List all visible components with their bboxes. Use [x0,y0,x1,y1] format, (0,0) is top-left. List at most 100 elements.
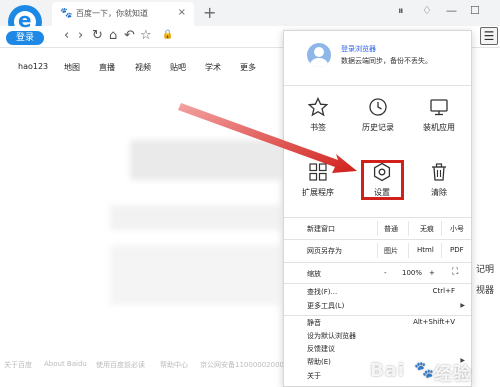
blurred-content [110,245,280,305]
minimize-icon[interactable]: — [446,4,457,17]
nav-link-hao123[interactable]: hao123 [18,62,48,71]
browser-main-menu: 登录浏览器 数据云端同步，备份不丢失。 书签 历史记录 装机应用 扩展程序 设置… [283,30,472,387]
menu-item-extensions[interactable]: 扩展程序 [294,162,342,212]
star-icon [308,97,328,117]
nav-link-map[interactable]: 地图 [64,62,80,73]
find-shortcut: Ctrl+F [432,287,455,295]
favorite-star-icon[interactable]: ☆ [140,28,152,43]
submenu-arrow-icon: ▶ [460,302,465,309]
menu-item-label: 清除 [431,188,447,197]
blurred-logo-area [130,140,280,180]
zoom-value: 100% [402,269,423,277]
menu-item-default-browser[interactable]: 设为默认浏览器 [284,328,471,342]
lock-icon: 🔒 [162,30,174,40]
cell-separator [408,243,409,258]
browser-window: 🐾 百度一下，你就知道 × + ⏸ ♢ — ☐ e 登录 ‹ › ↻ ⌂ ↶ ☆… [0,0,500,387]
new-window-normal-option[interactable]: 普通 [384,224,398,234]
cell-separator [441,243,442,258]
menu-item-feedback[interactable]: 反馈建议 [284,341,471,355]
blurred-search-box [110,205,280,230]
watermark-text-2: 经验 [434,364,472,385]
nav-link-more[interactable]: 更多 [240,62,256,73]
save-as-pdf-option[interactable]: PDF [450,246,464,254]
cell-separator [441,221,442,236]
cell-separator [408,221,409,236]
split-screen-icon[interactable]: ⏸ [398,4,404,18]
menu-item-bookmarks[interactable]: 书签 [294,97,342,147]
footer-link-terms[interactable]: 使用百度前必读 [96,360,145,370]
new-window-incognito-option[interactable]: 无痕 [420,224,434,234]
login-button[interactable]: 登录 [6,31,44,45]
baidu-paw-icon: 🐾 [60,8,73,19]
new-window-label: 新建窗口 [307,225,335,233]
nav-link-tieba[interactable]: 贴吧 [170,62,186,73]
tab-title: 百度一下，你就知道 [76,9,148,18]
menu-item-label: 扩展程序 [302,188,334,197]
menu-item-label: 历史记录 [362,123,394,132]
menu-divider [284,217,471,218]
cell-separator [377,243,378,258]
save-as-html-option[interactable]: Html [417,246,434,254]
footer-link-about-en[interactable]: About Baidu [44,360,87,368]
footer-link-about[interactable]: 关于百度 [4,360,32,370]
side-text-1: 记明 [476,265,495,275]
avatar[interactable] [307,43,331,67]
logo-letter: e [18,8,32,32]
footer-link-icp[interactable]: 京公网安备11000002000 [200,360,284,370]
save-page-label: 网页另存为 [307,247,342,255]
help-label: 帮助(E) [307,358,331,366]
tab-baidu[interactable]: 🐾 百度一下，你就知道 × [52,2,194,26]
nav-link-video[interactable]: 视频 [135,62,151,73]
menu-item-history[interactable]: 历史记录 [354,97,402,147]
tab-bar: 🐾 百度一下，你就知道 × + ⏸ ♢ — ☐ [0,0,500,26]
menu-item-more-tools[interactable]: 更多工具(L) ▶ [284,297,471,313]
menu-item-clear[interactable]: 清除 [415,162,463,212]
undo-icon[interactable]: ↶ [124,28,135,43]
nav-link-xueshu[interactable]: 学术 [205,62,221,73]
menu-hamburger-icon[interactable]: ☰ [480,27,498,45]
menu-row-zoom: 缩放 - 100% + ⛶ [284,264,471,283]
zoom-label: 缩放 [307,270,321,278]
new-window-alt-account-option[interactable]: 小号 [450,224,464,234]
zoom-in-button[interactable]: + [429,269,435,277]
account-login-link[interactable]: 登录浏览器 [341,44,376,54]
cell-separator [377,221,378,236]
trash-icon [432,163,446,181]
clock-icon [369,98,387,116]
browser-logo[interactable]: e 登录 [6,5,44,45]
find-label: 查找(F)... [307,288,338,296]
default-browser-label: 设为默认浏览器 [307,332,356,340]
forward-icon[interactable]: › [78,28,83,43]
monitor-icon [430,99,448,116]
maximize-icon[interactable]: ☐ [470,4,480,17]
back-icon[interactable]: ‹ [64,28,69,43]
account-subtitle: 数据云端同步，备份不丢失。 [341,57,432,65]
save-as-image-option[interactable]: 图片 [384,246,398,256]
baidu-jingyan-watermark: Bai 🐾 经验 [362,354,500,386]
menu-item-label: 装机应用 [423,123,455,132]
grid-icon [309,163,327,181]
page-footer: 关于百度 About Baidu 使用百度前必读 帮助中心 京公网安备11000… [0,352,290,382]
fullscreen-icon[interactable]: ⛶ [452,267,458,277]
mute-shortcut: Alt+Shift+V [413,318,455,326]
zoom-out-button[interactable]: - [384,269,387,277]
about-label: 关于 [307,372,321,380]
menu-divider [284,85,471,86]
home-icon[interactable]: ⌂ [109,28,117,43]
menu-item-mute[interactable]: 静音 Alt+Shift+V [284,315,471,329]
close-tab-icon[interactable]: × [178,7,186,18]
side-text-2: 视器 [476,286,495,296]
menu-divider [284,262,471,263]
watermark-text: Bai [370,360,406,381]
footer-link-help[interactable]: 帮助中心 [160,360,188,370]
menu-row-new-window: 新建窗口 普通 无痕 小号 [284,219,471,238]
paw-icon: 🐾 [414,360,434,379]
new-tab-button[interactable]: + [203,3,216,22]
mute-label: 静音 [307,319,321,327]
menu-item-apps[interactable]: 装机应用 [415,97,463,147]
refresh-icon[interactable]: ↻ [92,28,103,43]
nav-link-live[interactable]: 直播 [99,62,115,73]
more-tools-label: 更多工具(L) [307,302,345,310]
menu-item-label: 书签 [310,123,326,132]
shirt-skin-icon[interactable]: ♢ [422,4,432,17]
